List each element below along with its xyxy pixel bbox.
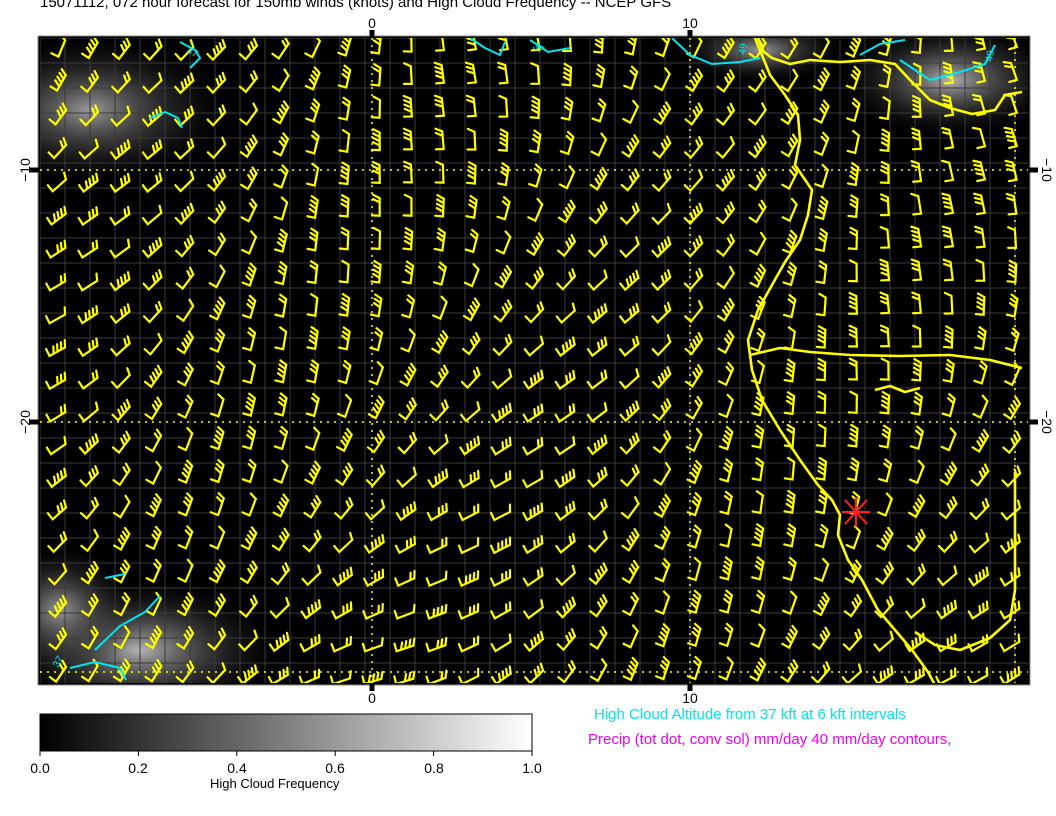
precip-legend: Precip (tot dot, conv sol) mm/day 40 mm/… xyxy=(588,731,952,748)
forecast-map: 0 10 0 10 −10 −20 −10 −20 37 37 49 49 37… xyxy=(17,15,1055,776)
x-tick-label-bottom-10: 10 xyxy=(682,690,698,706)
x-tick-label-top-0: 0 xyxy=(368,15,376,31)
y-tick-label-right-10: −10 xyxy=(1039,158,1055,182)
cloud-altitude-legend: High Cloud Altitude from 37 kft at 6 kft… xyxy=(594,706,906,723)
colorbar-tick-label: 0.8 xyxy=(424,760,444,776)
y-tick-label-left-20: −20 xyxy=(17,410,33,434)
asterisk-icon xyxy=(842,497,870,527)
colorbar-tick-label: 0.4 xyxy=(227,760,247,776)
x-tick-label-top-10: 10 xyxy=(682,15,698,31)
x-tick-label-bottom-0: 0 xyxy=(368,690,376,706)
colorbar-gradient xyxy=(39,713,533,752)
colorbar-tick-label: 0.6 xyxy=(325,760,345,776)
colorbar: 0.0 0.2 0.4 0.6 0.8 1.0 xyxy=(30,713,542,776)
colorbar-tick-label: 0.0 xyxy=(30,760,50,776)
colorbar-tick-label: 1.0 xyxy=(522,760,542,776)
colorbar-title: High Cloud Frequency xyxy=(210,776,340,791)
y-tick-label-left-10: −10 xyxy=(17,158,33,182)
colorbar-tick-label: 0.2 xyxy=(128,760,148,776)
y-tick-label-right-20: −20 xyxy=(1039,410,1055,434)
